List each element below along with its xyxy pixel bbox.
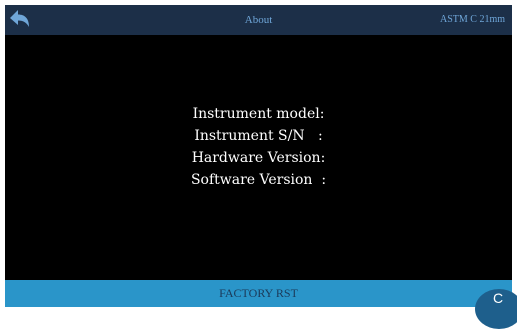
corner-badge-glyph: C	[493, 290, 504, 306]
software-version-label: Software Version :	[190, 172, 327, 188]
device-screen: About ASTM C 21mm Instrument model: Inst…	[5, 5, 512, 307]
hardware-version-label: Hardware Version:	[191, 150, 326, 166]
factory-reset-button[interactable]: FACTORY RST	[5, 280, 512, 307]
instrument-info-panel: Instrument model: Instrument S/N : Hardw…	[5, 103, 512, 191]
corner-badge[interactable]: C	[475, 289, 517, 329]
page-title: About	[244, 14, 273, 26]
back-arrow-icon	[10, 10, 29, 27]
instrument-model-label: Instrument model:	[192, 106, 325, 122]
instrument-sn-label: Instrument S/N :	[194, 128, 323, 144]
back-button[interactable]	[7, 7, 33, 33]
standard-label: ASTM C 21mm	[439, 14, 505, 25]
factory-reset-label: FACTORY RST	[219, 286, 298, 300]
top-bar: About ASTM C 21mm	[5, 5, 512, 35]
